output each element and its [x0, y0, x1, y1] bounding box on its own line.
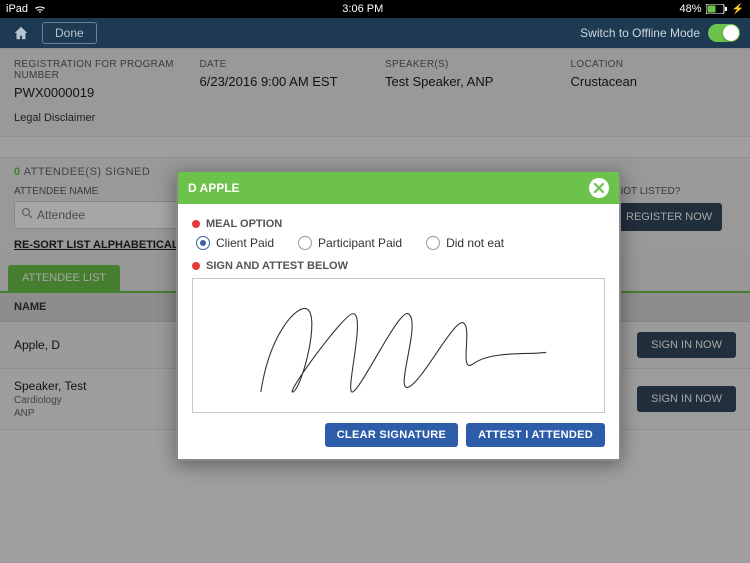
wifi-icon: [34, 4, 46, 14]
signature-svg: [214, 286, 584, 406]
meal-option-label: MEAL OPTION: [192, 218, 605, 230]
home-button[interactable]: [10, 22, 32, 44]
signature-pad[interactable]: [192, 278, 605, 413]
bolt-icon: ⚡: [732, 4, 744, 15]
radio-label: Participant Paid: [318, 236, 402, 250]
app-root: iPad 3:06 PM 48% ⚡ Done Switch to Offlin…: [0, 0, 750, 563]
battery-percent: 48%: [680, 3, 702, 15]
status-bar: iPad 3:06 PM 48% ⚡: [0, 0, 750, 18]
meal-option-client-paid[interactable]: Client Paid: [196, 236, 274, 250]
modal-header: D APPLE: [178, 172, 619, 204]
offline-mode-label: Switch to Offline Mode: [580, 26, 700, 40]
battery-icon: [706, 4, 728, 14]
sign-attest-label: SIGN AND ATTEST BELOW: [192, 260, 605, 272]
offline-mode-toggle[interactable]: [708, 24, 740, 42]
meal-option-did-not-eat[interactable]: Did not eat: [426, 236, 504, 250]
status-time: 3:06 PM: [46, 3, 679, 15]
radio-label: Did not eat: [446, 236, 504, 250]
required-dot-icon: [192, 220, 200, 228]
close-button[interactable]: [589, 178, 609, 198]
meal-option-participant-paid[interactable]: Participant Paid: [298, 236, 402, 250]
meal-option-group: Client Paid Participant Paid Did not eat: [196, 236, 605, 250]
radio-label: Client Paid: [216, 236, 274, 250]
done-button[interactable]: Done: [42, 22, 97, 44]
status-right: 48% ⚡: [680, 3, 744, 15]
attest-attended-button[interactable]: ATTEST I ATTENDED: [466, 423, 605, 447]
signature-modal: D APPLE MEAL OPTION Client Paid Particip…: [176, 170, 621, 461]
status-left: iPad: [6, 3, 46, 15]
clear-signature-button[interactable]: CLEAR SIGNATURE: [325, 423, 458, 447]
modal-title: D APPLE: [188, 181, 589, 195]
nav-bar: Done Switch to Offline Mode: [0, 18, 750, 48]
required-dot-icon: [192, 262, 200, 270]
device-label: iPad: [6, 3, 28, 15]
